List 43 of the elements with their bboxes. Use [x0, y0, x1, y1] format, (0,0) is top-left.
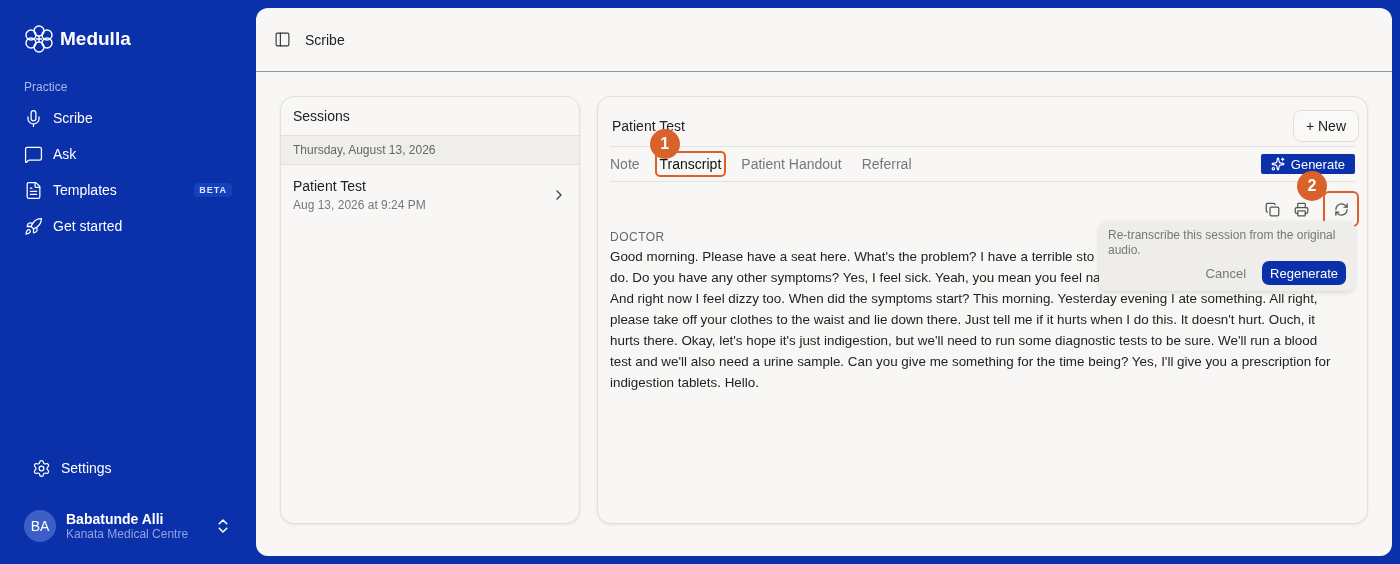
sidebar-toggle-icon[interactable]: [274, 31, 291, 48]
refresh-icon: [1333, 201, 1349, 217]
user-name: Babatunde Alli: [66, 511, 165, 527]
speaker-label: DOCTOR: [610, 230, 665, 244]
regenerate-button[interactable]: Regenerate: [1262, 261, 1346, 285]
popover-text: Re-transcribe this session from the original audio.: [1108, 228, 1337, 258]
nav-item[interactable]: Templates BETA: [24, 172, 232, 208]
user-organization: Kanata Medical Centre: [66, 527, 189, 541]
transcript-line: Good morning. Please have a seat here. What's the problem? I have a terrible sto: [610, 248, 1095, 266]
settings-item[interactable]: Settings: [24, 450, 232, 486]
document-icon: [24, 180, 43, 200]
nav-item[interactable]: Get started: [24, 208, 232, 244]
brain-logo-icon: [24, 24, 54, 54]
session-item[interactable]: Patient Test Aug 13, 2026 at 9:24 PM: [281, 165, 579, 225]
transcript-line: hurts there. Okay, let's hope it's just indigestion, but we'll need to run some diagnostic tests to be sure. We'll run a blood: [610, 332, 1318, 350]
new-button[interactable]: + New: [1292, 109, 1359, 142]
copy-icon[interactable]: [1265, 201, 1280, 217]
tab[interactable]: Patient Handout: [736, 151, 847, 177]
rocket-icon: [24, 216, 43, 236]
brand-name: Medulla: [60, 28, 131, 50]
sessions-title: Sessions: [292, 107, 351, 126]
beta-badge: BETA: [194, 183, 232, 197]
printer-icon[interactable]: [1294, 201, 1309, 217]
step-callout: 2: [1297, 171, 1327, 201]
generate-button[interactable]: Generate: [1260, 154, 1355, 174]
sparkle-icon: [1270, 157, 1285, 171]
settings-icon: [32, 458, 51, 478]
microphone-icon: [24, 108, 43, 128]
page-title: Scribe: [305, 31, 345, 48]
tab[interactable]: Note: [605, 151, 645, 177]
transcript-line: And right now I feel dizzy too. When did the symptoms start? This morning. Yesterday evening I ate something. All right,: [610, 290, 1318, 308]
nav-item[interactable]: Scribe: [24, 100, 232, 136]
tab[interactable]: Referral: [856, 151, 917, 177]
section-label: Practice: [24, 80, 69, 94]
transcript-line: do. Do you have any other symptoms? Yes, I feel sick. Yeah, you mean you feel na: [610, 269, 1101, 287]
date-header: Thursday, August 13, 2026: [281, 135, 579, 165]
nav-item[interactable]: Ask: [24, 136, 232, 172]
transcript-line: indigestion tablets. Hello.: [610, 374, 759, 392]
transcript-line: please take off your clothes to the waist and lie down there. Just tell me if it hurts when I do this. It doesn't hurt. Ouch, it: [610, 311, 1315, 329]
chat-bubble-icon: [24, 144, 43, 164]
cancel-button[interactable]: Cancel: [1199, 264, 1253, 282]
transcript-line: test and we'll also need a urine sample. Can you give me something for the time being? Yes, I'll give you a prescription for: [610, 353, 1331, 371]
user-avatar: BA: [24, 510, 56, 542]
